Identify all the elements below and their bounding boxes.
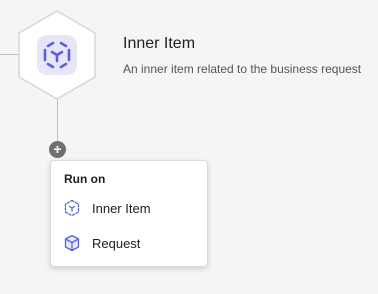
run-on-menu: Run on Inner Item Request: [50, 160, 208, 267]
node-title: Inner Item: [123, 35, 196, 52]
menu-item-request[interactable]: Request: [51, 228, 207, 258]
menu-item-label: Inner Item: [92, 200, 151, 216]
menu-item-inner-item[interactable]: Inner Item: [51, 193, 207, 223]
cube-icon: [63, 234, 81, 252]
dashed-cube-icon: [63, 199, 81, 217]
menu-item-label: Request: [92, 235, 141, 251]
inner-item-node[interactable]: [16, 9, 98, 101]
node-description: An inner item related to the business re…: [123, 62, 362, 76]
menu-heading: Run on: [64, 172, 106, 186]
dashed-cube-icon: [37, 35, 77, 75]
connector-line-down: [57, 97, 58, 142]
add-step-button[interactable]: +: [49, 141, 66, 158]
